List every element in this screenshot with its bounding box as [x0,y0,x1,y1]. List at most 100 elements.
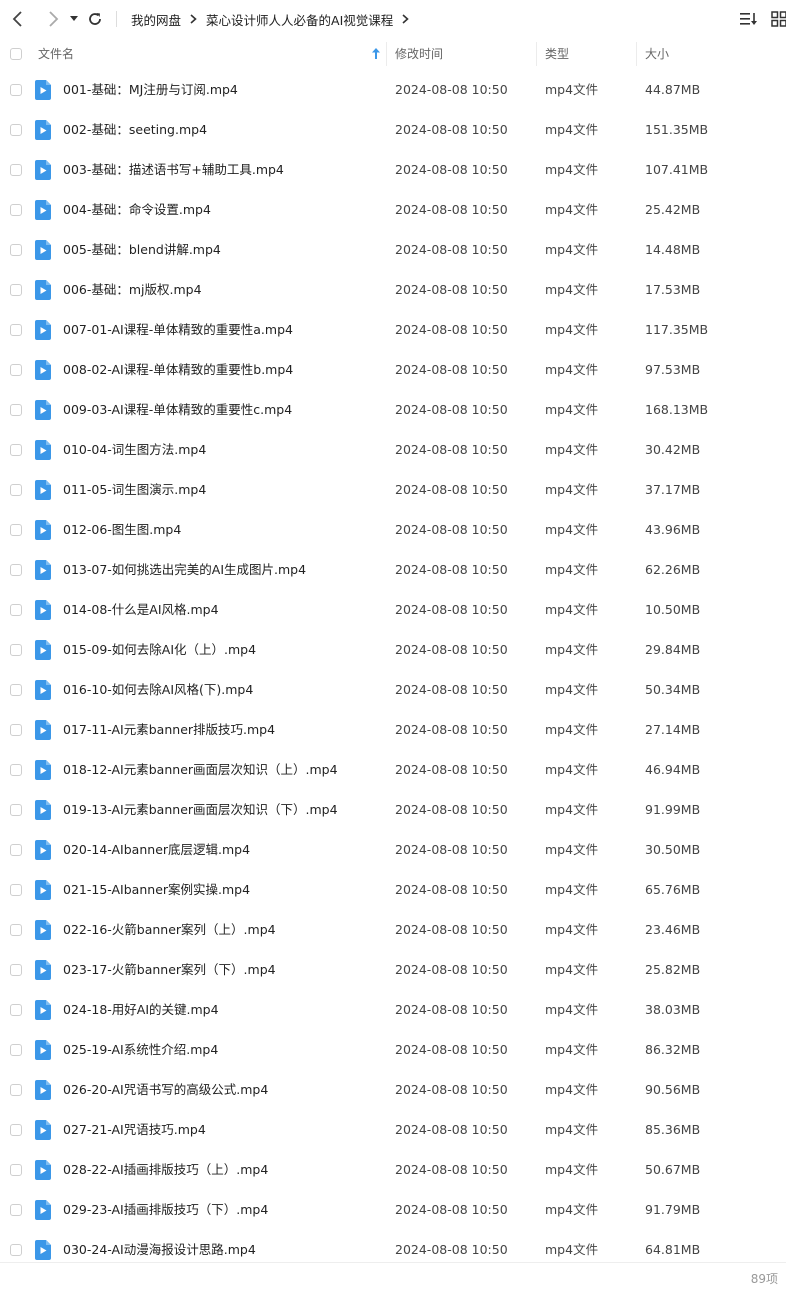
table-row[interactable]: 015-09-如何去除AI化（上）.mp4 2024-08-08 10:50 mp4… [0,630,786,670]
table-row[interactable]: 018-12-AI元素banner画面层次知识（上）.mp4 2024-08-08… [0,750,786,790]
table-row[interactable]: 019-13-AI元素banner画面层次知识（下）.mp4 2024-08-08… [0,790,786,830]
row-checkbox[interactable] [10,204,22,216]
file-name[interactable]: 027-21-AI咒语技巧.mp4 [63,1110,206,1150]
row-checkbox[interactable] [10,124,22,136]
table-row[interactable]: 006-基础：mj版权.mp4 2024-08-08 10:50 mp4文件 17.5… [0,270,786,310]
file-name[interactable]: 017-11-AI元素banner排版技巧.mp4 [63,710,275,750]
file-name[interactable]: 008-02-AI课程-单体精致的重要性b.mp4 [63,350,293,390]
row-checkbox[interactable] [10,524,22,536]
breadcrumb-item-folder[interactable]: 菜心设计师人人必备的AI视觉课程 [206,10,393,29]
table-row[interactable]: 022-16-火箭banner案列（上）.mp4 2024-08-08 10:50… [0,910,786,950]
file-name[interactable]: 026-20-AI咒语书写的高级公式.mp4 [63,1070,268,1110]
file-name[interactable]: 013-07-如何挑选出完美的AI生成图片.mp4 [63,550,306,590]
file-name[interactable]: 022-16-火箭banner案列（上）.mp4 [63,910,276,950]
table-row[interactable]: 028-22-AI插画排版技巧（上）.mp4 2024-08-08 10:50 mp… [0,1150,786,1190]
column-header-type[interactable]: 类型 [545,38,569,70]
table-row[interactable]: 024-18-用好AI的关键.mp4 2024-08-08 10:50 mp4文件 3… [0,990,786,1030]
row-checkbox[interactable] [10,884,22,896]
file-name[interactable]: 014-08-什么是AI风格.mp4 [63,590,219,630]
table-row[interactable]: 010-04-词生图方法.mp4 2024-08-08 10:50 mp4文件 30.… [0,430,786,470]
table-row[interactable]: 002-基础：seeting.mp4 2024-08-08 10:50 mp4文件 1… [0,110,786,150]
table-row[interactable]: 029-23-AI插画排版技巧（下）.mp4 2024-08-08 10:50 mp… [0,1190,786,1230]
sort-up-arrow-icon[interactable] [372,48,380,59]
column-header-size[interactable]: 大小 [645,38,669,70]
select-all-checkbox[interactable] [10,48,22,60]
row-checkbox[interactable] [10,964,22,976]
row-checkbox[interactable] [10,724,22,736]
table-row[interactable]: 025-19-AI系统性介绍.mp4 2024-08-08 10:50 mp4文件 8… [0,1030,786,1070]
row-checkbox[interactable] [10,1124,22,1136]
table-row[interactable]: 005-基础：blend讲解.mp4 2024-08-08 10:50 mp4文件 1… [0,230,786,270]
file-name[interactable]: 001-基础：MJ注册与订阅.mp4 [63,70,238,110]
file-name[interactable]: 007-01-AI课程-单体精致的重要性a.mp4 [63,310,293,350]
table-row[interactable]: 027-21-AI咒语技巧.mp4 2024-08-08 10:50 mp4文件 85… [0,1110,786,1150]
file-name[interactable]: 029-23-AI插画排版技巧（下）.mp4 [63,1190,268,1230]
row-checkbox[interactable] [10,1204,22,1216]
table-row[interactable]: 013-07-如何挑选出完美的AI生成图片.mp4 2024-08-08 10:5… [0,550,786,590]
file-name[interactable]: 021-15-AIbanner案例实操.mp4 [63,870,250,910]
row-checkbox[interactable] [10,164,22,176]
table-row[interactable]: 001-基础：MJ注册与订阅.mp4 2024-08-08 10:50 mp4文件 4… [0,70,786,110]
table-row[interactable]: 003-基础：描述语书写+辅助工具.mp4 2024-08-08 10:50 mp4… [0,150,786,190]
history-dropdown-button[interactable] [67,8,81,30]
table-row[interactable]: 017-11-AI元素banner排版技巧.mp4 2024-08-08 10:5… [0,710,786,750]
row-checkbox[interactable] [10,1084,22,1096]
file-name[interactable]: 005-基础：blend讲解.mp4 [63,230,221,270]
back-button[interactable] [7,8,29,30]
refresh-button[interactable] [84,8,106,30]
file-name[interactable]: 028-22-AI插画排版技巧（上）.mp4 [63,1150,268,1190]
row-checkbox[interactable] [10,844,22,856]
table-row[interactable]: 014-08-什么是AI风格.mp4 2024-08-08 10:50 mp4文件 1… [0,590,786,630]
row-checkbox[interactable] [10,644,22,656]
row-checkbox[interactable] [10,484,22,496]
table-row[interactable]: 008-02-AI课程-单体精致的重要性b.mp4 2024-08-08 10:5… [0,350,786,390]
row-checkbox[interactable] [10,604,22,616]
file-name[interactable]: 006-基础：mj版权.mp4 [63,270,202,310]
row-checkbox[interactable] [10,84,22,96]
table-row[interactable]: 009-03-AI课程-单体精致的重要性c.mp4 2024-08-08 10:5… [0,390,786,430]
row-checkbox[interactable] [10,564,22,576]
row-checkbox[interactable] [10,804,22,816]
file-name[interactable]: 012-06-图生图.mp4 [63,510,181,550]
file-name[interactable]: 024-18-用好AI的关键.mp4 [63,990,219,1030]
table-row[interactable]: 012-06-图生图.mp4 2024-08-08 10:50 mp4文件 43.96… [0,510,786,550]
breadcrumb-item-root[interactable]: 我的网盘 [131,10,181,29]
file-name[interactable]: 010-04-词生图方法.mp4 [63,430,206,470]
row-checkbox[interactable] [10,404,22,416]
file-name[interactable]: 023-17-火箭banner案列（下）.mp4 [63,950,276,990]
column-header-name[interactable]: 文件名 [38,38,74,70]
row-checkbox[interactable] [10,924,22,936]
table-row[interactable]: 016-10-如何去除AI风格(下).mp4 2024-08-08 10:50 mp… [0,670,786,710]
column-divider[interactable] [386,42,387,66]
table-row[interactable]: 011-05-词生图演示.mp4 2024-08-08 10:50 mp4文件 37.… [0,470,786,510]
table-row[interactable]: 007-01-AI课程-单体精致的重要性a.mp4 2024-08-08 10:5… [0,310,786,350]
table-row[interactable]: 004-基础：命令设置.mp4 2024-08-08 10:50 mp4文件 25.4… [0,190,786,230]
row-checkbox[interactable] [10,1164,22,1176]
file-name[interactable]: 015-09-如何去除AI化（上）.mp4 [63,630,256,670]
table-row[interactable]: 026-20-AI咒语书写的高级公式.mp4 2024-08-08 10:50 mp… [0,1070,786,1110]
row-checkbox[interactable] [10,244,22,256]
file-name[interactable]: 003-基础：描述语书写+辅助工具.mp4 [63,150,284,190]
sort-list-button[interactable] [738,8,760,30]
column-header-time[interactable]: 修改时间 [395,38,443,70]
file-name[interactable]: 016-10-如何去除AI风格(下).mp4 [63,670,253,710]
file-name[interactable]: 019-13-AI元素banner画面层次知识（下）.mp4 [63,790,338,830]
grid-view-button[interactable] [768,8,786,30]
file-name[interactable]: 025-19-AI系统性介绍.mp4 [63,1030,218,1070]
row-checkbox[interactable] [10,324,22,336]
forward-button[interactable] [42,8,64,30]
row-checkbox[interactable] [10,764,22,776]
row-checkbox[interactable] [10,1244,22,1256]
column-divider[interactable] [536,42,537,66]
file-name[interactable]: 018-12-AI元素banner画面层次知识（上）.mp4 [63,750,338,790]
file-name[interactable]: 009-03-AI课程-单体精致的重要性c.mp4 [63,390,292,430]
file-name[interactable]: 020-14-AIbanner底层逻辑.mp4 [63,830,250,870]
row-checkbox[interactable] [10,364,22,376]
file-name[interactable]: 011-05-词生图演示.mp4 [63,470,206,510]
column-divider[interactable] [636,42,637,66]
row-checkbox[interactable] [10,284,22,296]
table-row[interactable]: 020-14-AIbanner底层逻辑.mp4 2024-08-08 10:50 m… [0,830,786,870]
table-row[interactable]: 023-17-火箭banner案列（下）.mp4 2024-08-08 10:50… [0,950,786,990]
row-checkbox[interactable] [10,1004,22,1016]
file-name[interactable]: 002-基础：seeting.mp4 [63,110,207,150]
